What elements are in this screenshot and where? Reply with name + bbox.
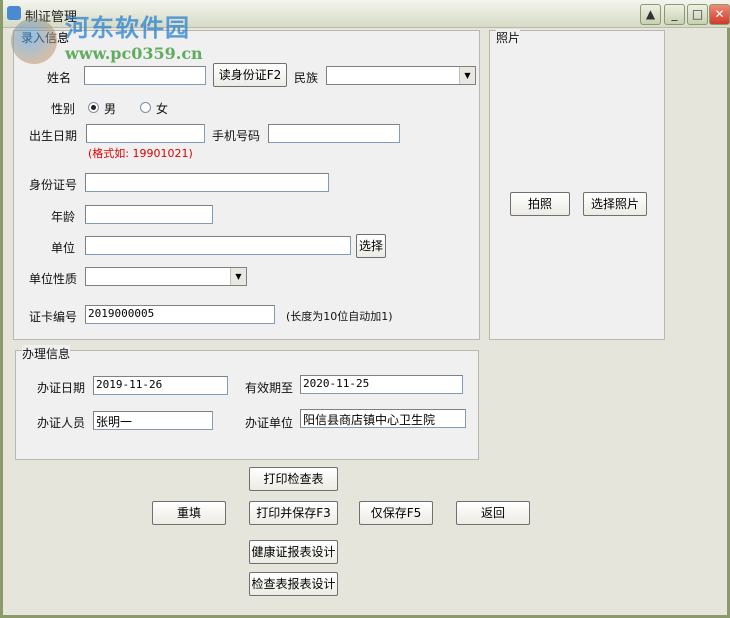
unit-type-label: 单位性质 xyxy=(29,272,78,286)
check-report-design-button[interactable]: 检查表报表设计 xyxy=(249,572,338,596)
age-label: 年龄 xyxy=(51,210,76,224)
valid-until-input[interactable]: 2020-11-25 xyxy=(300,375,463,394)
photo-legend: 照片 xyxy=(496,29,521,46)
reset-button[interactable]: 重填 xyxy=(152,501,226,525)
health-report-design-button[interactable]: 健康证报表设计 xyxy=(249,540,338,564)
phone-label: 手机号码 xyxy=(212,129,261,143)
chevron-down-icon: ▼ xyxy=(459,67,475,84)
phone-input[interactable] xyxy=(268,124,400,143)
issuer-label: 办证人员 xyxy=(37,416,86,430)
card-number-label: 证卡编号 xyxy=(29,310,78,324)
birth-date-hint: (格式如: 19901021) xyxy=(88,147,193,160)
close-button[interactable]: ✕ xyxy=(709,4,730,25)
issue-date-input[interactable]: 2019-11-26 xyxy=(93,376,228,395)
photo-panel: 照片 拍照 选择照片 xyxy=(489,29,665,340)
ethnic-label: 民族 xyxy=(294,71,319,85)
card-number-hint: (长度为10位自动加1) xyxy=(286,310,393,323)
gender-female-label: 女 xyxy=(156,102,169,116)
title-bar: 制证管理 ▲ _ □ ✕ xyxy=(3,0,730,28)
issuing-unit-input[interactable]: 阳信县商店镇中心卫生院 xyxy=(300,409,466,428)
birth-date-input[interactable] xyxy=(86,124,205,143)
save-only-button[interactable]: 仅保存F5 xyxy=(359,501,433,525)
birth-date-label: 出生日期 xyxy=(29,129,78,143)
choose-photo-button[interactable]: 选择照片 xyxy=(583,192,647,216)
valid-until-label: 有效期至 xyxy=(245,381,294,395)
gender-male-radio[interactable] xyxy=(88,102,99,113)
unit-label: 单位 xyxy=(51,241,76,255)
id-number-input[interactable] xyxy=(85,173,329,192)
ethnic-select[interactable]: ▼ xyxy=(326,66,476,85)
unit-input[interactable] xyxy=(85,236,351,255)
read-id-card-button[interactable]: 读身份证F2 xyxy=(213,63,287,87)
unit-type-select[interactable]: ▼ xyxy=(85,267,247,286)
name-input[interactable] xyxy=(84,66,206,85)
age-input[interactable] xyxy=(85,205,213,224)
process-panel: 办理信息 办证日期 2019-11-26 有效期至 2020-11-25 办证人… xyxy=(15,345,479,460)
id-number-label: 身份证号 xyxy=(29,178,78,192)
entry-panel: 录入信息 姓名 读身份证F2 民族 ▼ 性别 男 女 出生日期 手机号码 (格式… xyxy=(13,30,480,340)
unit-select-button[interactable]: 选择 xyxy=(356,234,386,258)
print-save-button[interactable]: 打印并保存F3 xyxy=(249,501,338,525)
issuer-input[interactable]: 张明一 xyxy=(93,411,213,430)
chevron-down-icon: ▼ xyxy=(230,268,246,285)
maximize-button[interactable]: □ xyxy=(687,4,708,25)
print-check-button[interactable]: 打印检查表 xyxy=(249,467,338,491)
main-window: 制证管理 ▲ _ □ ✕ 河东软件园 www.pc0359.cn 录入信息 姓名… xyxy=(0,0,730,618)
entry-legend: 录入信息 xyxy=(21,31,70,45)
issue-date-label: 办证日期 xyxy=(37,381,86,395)
gender-label: 性别 xyxy=(51,102,76,116)
app-icon xyxy=(7,6,21,20)
gender-male-label: 男 xyxy=(104,102,117,116)
card-number-input[interactable]: 2019000005 xyxy=(85,305,275,324)
window-title: 制证管理 xyxy=(25,10,78,25)
minimize-button[interactable]: _ xyxy=(664,4,685,25)
issuing-unit-label: 办证单位 xyxy=(245,416,294,430)
name-label: 姓名 xyxy=(47,71,72,85)
back-button[interactable]: 返回 xyxy=(456,501,530,525)
take-photo-button[interactable]: 拍照 xyxy=(510,192,570,216)
process-legend: 办理信息 xyxy=(22,345,71,362)
gender-female-radio[interactable] xyxy=(140,102,151,113)
rollup-button[interactable]: ▲ xyxy=(640,4,661,25)
